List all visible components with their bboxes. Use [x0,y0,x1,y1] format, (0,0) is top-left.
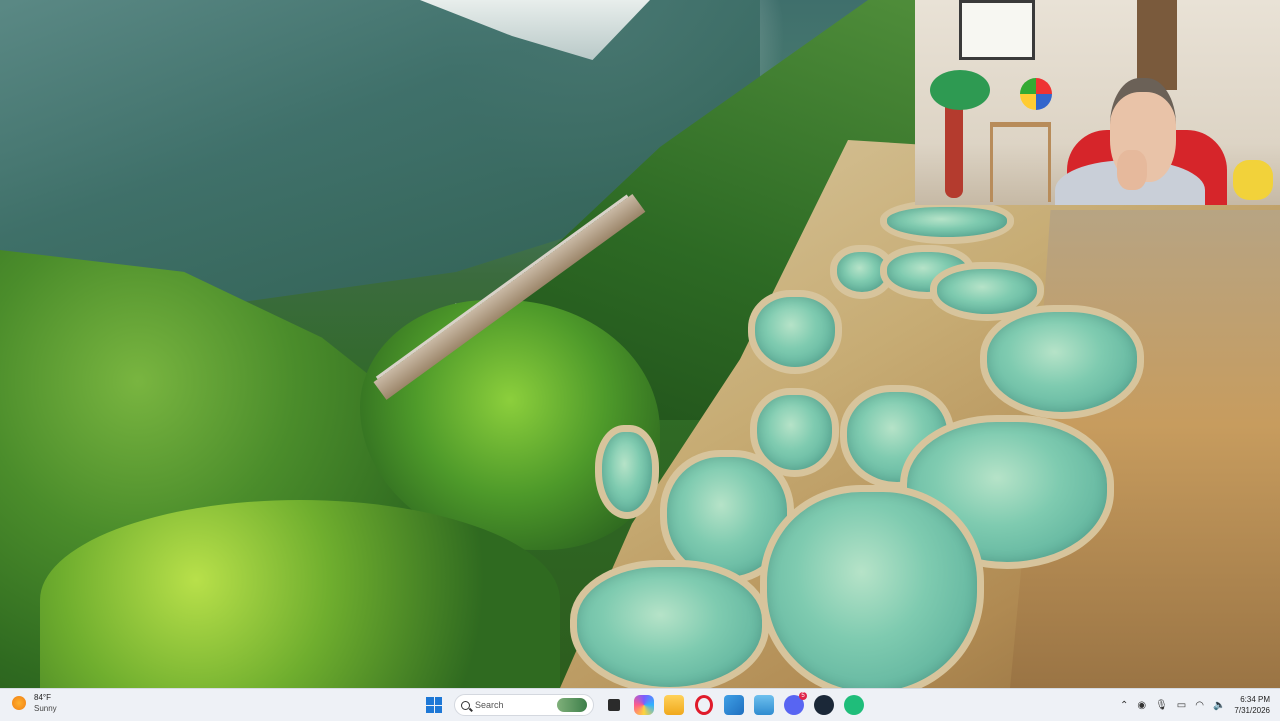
weather-text: 84°F Sunny [34,692,57,714]
steam-icon[interactable] [814,695,834,715]
weather-widget[interactable]: 84°F Sunny [12,692,57,714]
opera-icon [695,695,713,715]
wallpaper-pool [880,200,1014,244]
weather-condition: Sunny [34,704,57,713]
task-view-button[interactable] [604,695,624,715]
webcam-overlay [915,0,1280,205]
search-placeholder: Search [475,700,504,710]
copilot-icon[interactable] [634,695,654,715]
wifi-icon[interactable]: ◠ [1195,700,1204,711]
photos-icon[interactable] [724,695,744,715]
app-icon[interactable] [844,695,864,715]
taskbar-center: Search 5 [424,692,864,717]
webcam-whiteboard [959,0,1035,60]
wallpaper-pool [570,560,769,688]
clock-time: 6:34 PM [1240,695,1270,704]
webcam-color-wheel [1020,78,1052,110]
search-input[interactable]: Search [454,694,594,716]
search-icon [461,700,470,710]
network-status-icon[interactable]: ◉ [1137,700,1146,711]
clock-date: 7/31/2026 [1234,706,1270,715]
clock[interactable]: 6:34 PM 7/31/2026 [1234,694,1270,716]
display-icon[interactable]: ▭ [1177,700,1186,711]
file-explorer-icon[interactable] [664,695,684,715]
microphone-icon[interactable]: 🎙 [1155,700,1168,711]
webcam-pillow [1233,160,1273,200]
taskbar: 84°F Sunny Search 5 ⌃ ◉ 🎙 ▭ ◠ 🔈 6:34 PM … [0,688,1280,721]
webcam-person [1055,70,1205,205]
webcam-person-hand [1117,150,1147,190]
wallpaper-pool [595,425,659,519]
wallpaper-pool [980,305,1144,419]
search-highlight-icon [557,698,587,712]
weather-temperature: 84°F [34,693,51,702]
chevron-up-icon[interactable]: ⌃ [1120,700,1128,711]
windows-icon [426,697,442,713]
wallpaper-pool [760,485,984,688]
discord-icon[interactable]: 5 [784,692,807,715]
wallpaper-foreground-trees [40,500,560,688]
opera-button[interactable] [694,695,714,715]
webcam-table [990,122,1051,202]
system-tray: ⌃ ◉ 🎙 ▭ ◠ 🔈 6:34 PM 7/31/2026 [1120,692,1270,718]
volume-icon[interactable]: 🔈 [1213,700,1225,711]
task-view-icon [608,699,620,711]
discord-notification-badge: 5 [799,692,807,700]
wallpaper-pool [748,290,842,374]
webcam-palm-leaves [930,70,990,110]
start-button[interactable] [424,695,444,715]
sun-icon [12,696,26,710]
notepad-icon[interactable] [754,695,774,715]
